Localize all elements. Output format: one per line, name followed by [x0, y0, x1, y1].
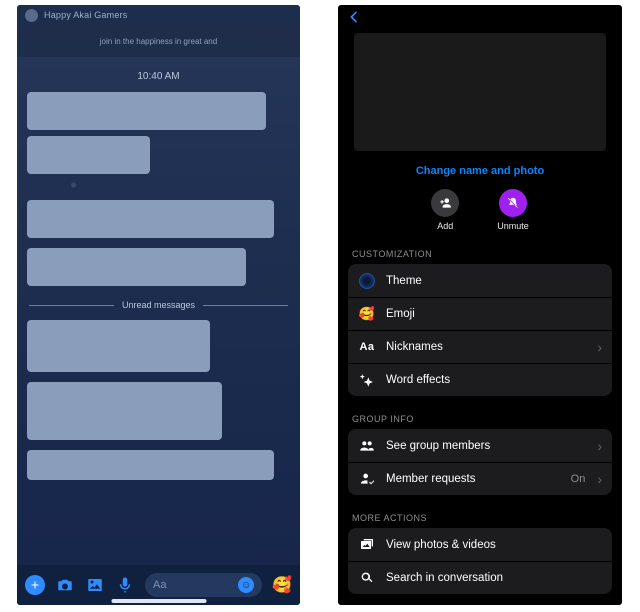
member-requests-value: On: [571, 473, 586, 485]
message-bubble[interactable]: [27, 248, 246, 286]
quick-emoji-button[interactable]: 🥰: [272, 575, 292, 595]
member-requests-row[interactable]: Member requests On ›: [348, 462, 612, 495]
message-bubble[interactable]: [27, 450, 274, 480]
settings-screen: Change name and photo Add Unmute CUSTOMI…: [338, 5, 622, 605]
word-effects-label: Word effects: [386, 374, 602, 386]
chat-screen: Happy Akai Gamers join in the happiness …: [17, 5, 300, 605]
placeholder: Aa: [153, 579, 166, 591]
change-name-photo-link[interactable]: Change name and photo: [338, 165, 622, 177]
unread-divider: Unread messages: [29, 300, 288, 310]
theme-icon: [358, 272, 376, 290]
member-requests-label: Member requests: [386, 473, 561, 485]
back-button[interactable]: [346, 9, 362, 30]
message-bubble[interactable]: [27, 382, 222, 440]
mic-icon: [116, 576, 134, 594]
mic-button[interactable]: [115, 575, 135, 595]
nicknames-row[interactable]: Aa Nicknames ›: [348, 330, 612, 363]
search-label: Search in conversation: [386, 572, 602, 584]
add-person-icon: [431, 189, 459, 217]
section-header-group-info: GROUP INFO: [338, 414, 622, 424]
message-bubble[interactable]: [27, 320, 210, 372]
theme-row[interactable]: Theme: [348, 264, 612, 297]
see-members-row[interactable]: See group members ›: [348, 429, 612, 462]
customization-card: Theme 🥰 Emoji Aa Nicknames › Word effect…: [348, 264, 612, 396]
chevron-left-icon: [346, 9, 362, 25]
more-actions-card: View photos & videos Search in conversat…: [348, 528, 612, 594]
view-photos-row[interactable]: View photos & videos: [348, 528, 612, 561]
view-photos-label: View photos & videos: [386, 539, 602, 551]
unmute-button[interactable]: Unmute: [497, 189, 529, 231]
nicknames-icon: Aa: [358, 338, 376, 356]
nav-bar: [338, 5, 622, 33]
unread-label: Unread messages: [122, 300, 195, 310]
gallery-button[interactable]: [85, 575, 105, 595]
message-bubble[interactable]: [27, 200, 274, 238]
pinned-strip: join in the happiness in great and: [17, 25, 300, 57]
action-row: Add Unmute: [338, 189, 622, 231]
nicknames-label: Nicknames: [386, 341, 587, 353]
group-name: Happy Akai Gamers: [44, 10, 292, 20]
search-conversation-row[interactable]: Search in conversation: [348, 561, 612, 594]
section-header-more-actions: MORE ACTIONS: [338, 513, 622, 523]
camera-icon: [56, 576, 74, 594]
group-photo[interactable]: [354, 33, 606, 151]
add-button[interactable]: [25, 575, 45, 595]
add-member-button[interactable]: Add: [431, 189, 459, 231]
group-info-card: See group members › Member requests On ›: [348, 429, 612, 495]
theme-label: Theme: [386, 275, 602, 287]
message-bubble[interactable]: [27, 136, 150, 174]
home-indicator: [111, 599, 206, 603]
emoji-picker-button[interactable]: ☺: [238, 577, 254, 593]
chevron-right-icon: ›: [597, 472, 602, 486]
group-avatar: [25, 9, 38, 22]
chevron-right-icon: ›: [597, 340, 602, 354]
chevron-right-icon: ›: [597, 439, 602, 453]
unmute-label: Unmute: [497, 221, 529, 231]
emoji-icon: 🥰: [358, 305, 376, 323]
timestamp: 10:40 AM: [17, 71, 300, 82]
pinned-text: join in the happiness in great and: [100, 37, 217, 46]
message-input[interactable]: Aa ☺: [145, 573, 262, 597]
plus-icon: [29, 579, 41, 591]
people-icon: [358, 437, 376, 455]
photos-icon: [358, 536, 376, 554]
camera-button[interactable]: [55, 575, 75, 595]
person-check-icon: [358, 470, 376, 488]
word-effects-row[interactable]: Word effects: [348, 363, 612, 396]
see-members-label: See group members: [386, 440, 587, 452]
chat-header[interactable]: Happy Akai Gamers: [17, 5, 300, 25]
message-bubble[interactable]: [27, 92, 266, 130]
image-icon: [86, 576, 104, 594]
search-icon: [358, 569, 376, 587]
sparkle-icon: [358, 371, 376, 389]
add-label: Add: [437, 221, 453, 231]
emoji-label: Emoji: [386, 308, 602, 320]
section-header-customization: CUSTOMIZATION: [338, 249, 622, 259]
bell-slash-icon: [499, 189, 527, 217]
emoji-row[interactable]: 🥰 Emoji: [348, 297, 612, 330]
